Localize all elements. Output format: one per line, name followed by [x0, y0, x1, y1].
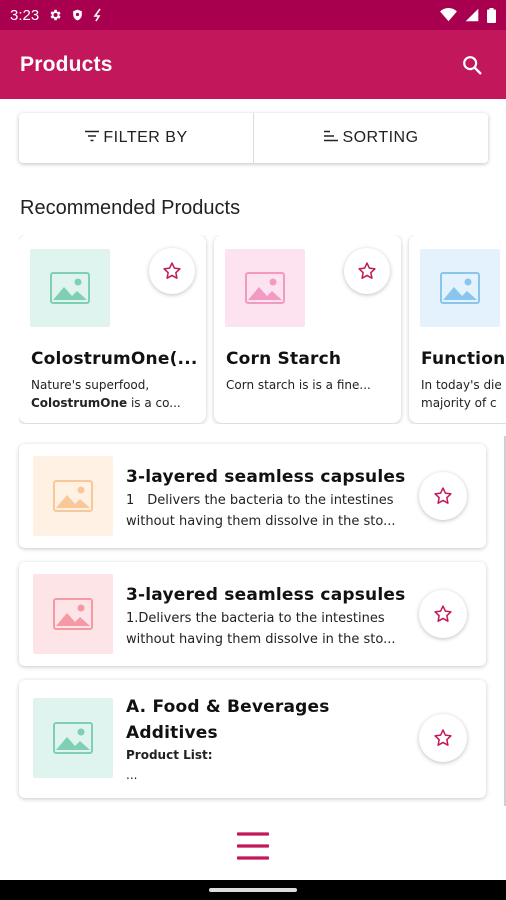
menu-button[interactable] [230, 826, 276, 866]
star-icon [434, 605, 452, 622]
shield-icon [71, 8, 84, 22]
gear-icon [48, 8, 62, 22]
product-image [225, 249, 305, 327]
filter-label: FILTER BY [103, 129, 188, 146]
product-description: Corn starch is is a fine... [226, 378, 371, 392]
filter-button[interactable]: FILTER BY [19, 113, 253, 163]
wifi-icon [440, 8, 457, 22]
app-bar: Products [0, 30, 506, 99]
signal-icon [465, 8, 479, 22]
product-name: 3-layered seamless capsules [126, 585, 406, 605]
image-placeholder-icon [440, 272, 480, 304]
product-image [420, 249, 500, 327]
star-icon [163, 262, 181, 279]
hamburger-icon [237, 832, 269, 860]
battery-icon [487, 7, 496, 23]
system-nav-bar [0, 880, 506, 900]
sort-icon [323, 129, 339, 147]
product-description: 1 Delivers the bacteria to the intestine… [126, 493, 396, 529]
star-icon [358, 262, 376, 279]
product-description: 1.Delivers the bacteria to the intestine… [126, 611, 396, 647]
status-time: 3:23 [10, 6, 40, 24]
product-list-item[interactable]: 3-layered seamless capsules 1 Delivers t… [19, 444, 486, 548]
image-placeholder-icon [245, 272, 285, 304]
sync-icon [93, 8, 103, 22]
recommended-heading: Recommended Products [20, 197, 241, 219]
product-image [33, 698, 113, 778]
product-image [33, 574, 113, 654]
image-placeholder-icon [50, 272, 90, 304]
favorite-button[interactable] [419, 472, 467, 520]
image-placeholder-icon [53, 722, 93, 754]
product-image [30, 249, 110, 327]
product-name: Corn Starch [226, 349, 342, 369]
recommended-card[interactable]: Corn Starch Corn starch is is a fine... [214, 235, 401, 423]
image-placeholder-icon [53, 480, 93, 512]
filter-icon [84, 129, 100, 147]
favorite-button[interactable] [344, 248, 390, 294]
filter-sort-bar: FILTER BY SORTING [19, 113, 488, 163]
sort-label: SORTING [342, 129, 419, 146]
product-image [33, 456, 113, 536]
favorite-button[interactable] [149, 248, 195, 294]
favorite-button[interactable] [419, 590, 467, 638]
product-list-item[interactable]: A. Food & Beverages Additives Product Li… [19, 680, 486, 798]
favorite-button[interactable] [419, 714, 467, 762]
product-name: ColostrumOne(... [31, 349, 198, 369]
search-icon[interactable] [458, 51, 486, 79]
product-list-item[interactable]: 3-layered seamless capsules 1.Delivers t… [19, 562, 486, 666]
product-description: Nature's superfood, ColostrumOne is a co… [31, 378, 181, 410]
sort-button[interactable]: SORTING [254, 113, 488, 163]
product-description: Product List: ... [126, 748, 213, 782]
image-placeholder-icon [53, 598, 93, 630]
product-name: 3-layered seamless capsules [126, 467, 406, 487]
recommended-carousel[interactable]: ColostrumOne(... Nature's superfood, Col… [19, 235, 506, 424]
product-name: Functiona [421, 349, 506, 369]
home-gesture-handle[interactable] [209, 888, 297, 892]
star-icon [434, 729, 452, 746]
page-title: Products [20, 52, 113, 76]
product-name: A. Food & Beverages Additives [126, 697, 330, 743]
recommended-card[interactable]: ColostrumOne(... Nature's superfood, Col… [19, 235, 206, 423]
star-icon [434, 487, 452, 504]
product-description: In today's die majority of c [421, 378, 502, 410]
status-bar: 3:23 [0, 0, 506, 30]
recommended-card[interactable]: Functiona In today's die majority of c [409, 235, 506, 423]
